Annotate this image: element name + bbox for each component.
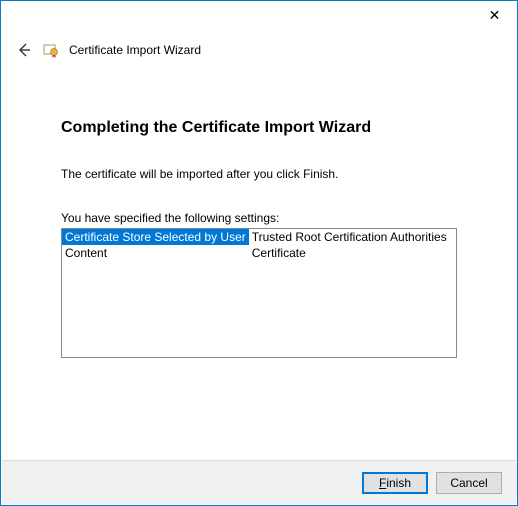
finish-button[interactable]: Finish <box>362 472 428 494</box>
page-title: Completing the Certificate Import Wizard <box>61 119 457 137</box>
setting-key: Content <box>62 245 249 261</box>
setting-value: Certificate <box>249 245 450 261</box>
finish-rest: inish <box>386 476 411 490</box>
wizard-header: Certificate Import Wizard <box>1 31 517 59</box>
settings-label: You have specified the following setting… <box>61 211 457 225</box>
table-row[interactable]: Certificate Store Selected by User Trust… <box>62 229 450 245</box>
setting-value: Trusted Root Certification Authorities <box>249 229 450 245</box>
settings-listbox[interactable]: Certificate Store Selected by User Trust… <box>61 228 457 358</box>
certificate-wizard-icon <box>43 42 59 58</box>
cancel-button[interactable]: Cancel <box>436 472 502 494</box>
wizard-content: Completing the Certificate Import Wizard… <box>1 59 517 358</box>
close-button[interactable]: ✕ <box>472 1 517 29</box>
settings-table: Certificate Store Selected by User Trust… <box>62 229 450 261</box>
close-icon: ✕ <box>489 7 501 24</box>
title-bar: ✕ <box>1 1 517 31</box>
back-arrow-icon <box>16 42 32 58</box>
table-row[interactable]: Content Certificate <box>62 245 450 261</box>
info-text: The certificate will be imported after y… <box>61 167 457 181</box>
button-bar: Finish Cancel <box>2 460 516 504</box>
wizard-title: Certificate Import Wizard <box>69 43 201 57</box>
back-button[interactable] <box>15 41 33 59</box>
setting-key: Certificate Store Selected by User <box>62 229 249 245</box>
